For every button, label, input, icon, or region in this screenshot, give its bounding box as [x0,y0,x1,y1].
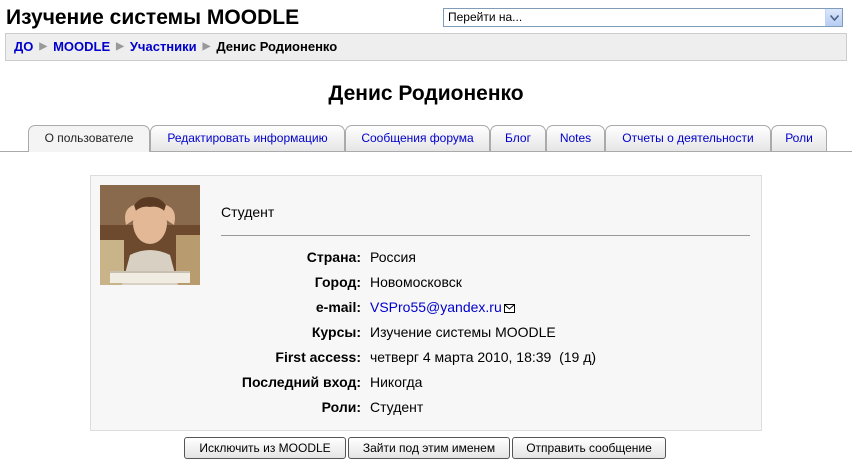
field-value: четверг 4 марта 2010, 18:39 (19 д) [370,349,597,365]
field-courses: Курсы: Изучение системы MOODLE [91,324,763,346]
field-value: Россия [370,249,416,265]
field-country: Страна: Россия [91,249,763,271]
field-first-access: First access: четверг 4 марта 2010, 18:3… [91,349,763,371]
field-email: e-mail: VSPro55@yandex.ru [91,299,763,321]
profile-tabs: О пользователе Редактировать информацию … [0,125,852,152]
field-label: Курсы: [311,324,361,340]
field-roles: Роли: Студент [91,399,763,421]
tab-notes[interactable]: Notes [546,125,605,151]
site-title: Изучение системы MOODLE [6,6,300,29]
chevron-down-icon[interactable] [825,9,842,26]
page-title: Денис Родионенко [328,82,524,105]
divider [221,235,750,236]
breadcrumb: ДО ▶ MOODLE ▶ Участники ▶ Денис Родионен… [5,33,847,61]
breadcrumb-link-do[interactable]: ДО [14,34,33,60]
email-link[interactable]: VSPro55@yandex.ru [370,299,502,315]
field-label: Последний вход: [241,374,361,390]
breadcrumb-separator-icon: ▶ [202,41,211,52]
field-value: Никогда [370,374,423,390]
field-label: Город: [314,274,361,290]
profile-description: Студент [221,204,275,220]
field-city: Город: Новомосковск [91,274,763,296]
field-label: Роли: [321,399,361,415]
tab-activity-reports[interactable]: Отчеты о деятельности [605,125,771,151]
breadcrumb-separator-icon: ▶ [116,41,124,52]
profile-box: Студент Страна: Россия Город: Новомосков… [90,175,762,431]
send-message-button[interactable]: Отправить сообщение [512,437,666,459]
breadcrumb-current: Денис Родионенко [216,39,338,54]
tab-profile[interactable]: О пользователе [28,125,150,152]
field-value: VSPro55@yandex.ru [370,299,515,316]
field-label: First access: [275,349,361,365]
breadcrumb-separator-icon: ▶ [39,41,48,52]
breadcrumb-link-moodle[interactable]: MOODLE [53,34,110,60]
tab-blog[interactable]: Блог [490,125,546,151]
tab-forum-posts[interactable]: Сообщения форума [345,125,490,151]
field-label: e-mail: [315,299,361,315]
field-label: Страна: [306,249,361,265]
field-value: Новомосковск [370,274,462,290]
jump-to-select[interactable]: Перейти на... [443,8,843,27]
jump-select-value: Перейти на... [448,10,523,24]
breadcrumb-link-participants[interactable]: Участники [130,34,197,60]
login-as-button[interactable]: Зайти под этим именем [348,437,510,459]
tab-roles[interactable]: Роли [771,125,827,151]
unenrol-button[interactable]: Исключить из MOODLE [184,437,346,459]
field-value: Изучение системы MOODLE [370,324,556,340]
envelope-icon[interactable] [503,300,515,316]
field-last-access: Последний вход: Никогда [91,374,763,396]
field-value: Студент [370,399,424,415]
tab-edit-profile[interactable]: Редактировать информацию [150,125,345,151]
